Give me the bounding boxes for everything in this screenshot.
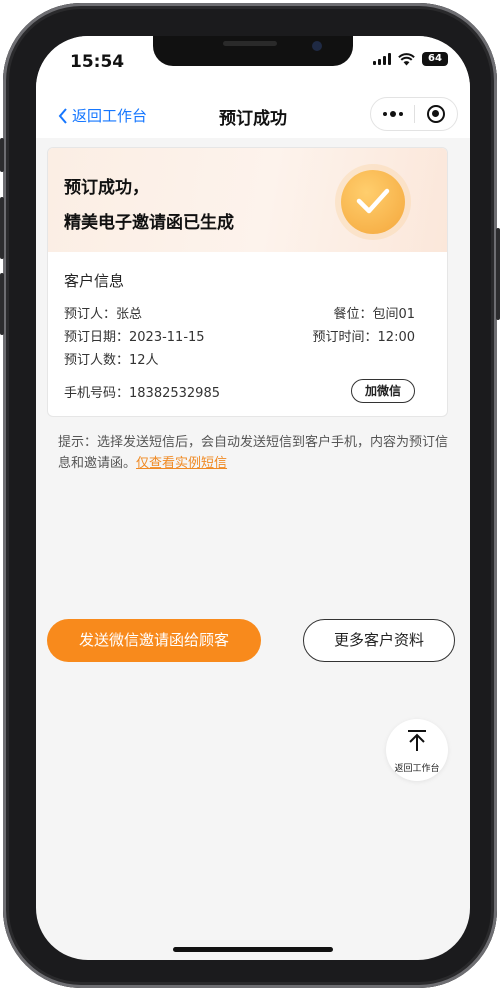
back-to-workbench-fab[interactable]: 返回工作台 xyxy=(386,719,448,781)
checkmark-icon xyxy=(356,188,390,214)
success-heading: 预订成功， xyxy=(64,178,149,198)
cellular-signal-icon xyxy=(373,53,391,65)
info-row-date-time: 预订日期：2023-11-15 预订时间：12:00 xyxy=(64,326,415,345)
booker-label: 预订人： xyxy=(64,307,117,322)
more-menu-button[interactable] xyxy=(371,111,414,117)
seat-field: 餐位：包间01 xyxy=(333,303,415,322)
more-customer-info-button[interactable]: 更多客户资料 xyxy=(303,619,455,662)
speaker-grille xyxy=(223,41,277,46)
booking-success-card: 预订成功， 精美电子邀请函已生成 客户信息 预订人：张总 餐位：包间01 预订日… xyxy=(47,147,448,417)
phone-power-button xyxy=(496,228,500,320)
people-value: 12人 xyxy=(129,353,159,368)
add-wechat-button[interactable]: 加微信 xyxy=(351,379,415,403)
date-field: 预订日期：2023-11-15 xyxy=(64,326,205,345)
phone-volume-down xyxy=(0,273,4,335)
people-label: 预订人数： xyxy=(64,353,130,368)
time-label: 预订时间： xyxy=(312,330,378,345)
phone-volume-up xyxy=(0,197,4,259)
view-sample-sms-link[interactable]: 仅查看实例短信 xyxy=(136,456,227,471)
tip-text: 提示：选择发送短信后，会自动发送短信到客户手机，内容为预订信息和邀请函。 xyxy=(58,435,449,471)
fab-label: 返回工作台 xyxy=(394,764,440,774)
checkmark-badge-icon xyxy=(341,170,405,234)
dot-icon xyxy=(389,111,396,117)
wifi-icon xyxy=(398,52,415,65)
miniprogram-capsule xyxy=(370,97,458,131)
time-value: 12:00 xyxy=(377,330,415,345)
date-value: 2023-11-15 xyxy=(129,330,205,345)
nav-bar: 返回工作台 预订成功 xyxy=(36,94,470,138)
send-wechat-invite-button[interactable]: 发送微信邀请函给顾客 xyxy=(47,619,261,662)
dot-icon xyxy=(398,112,403,116)
customer-info-title: 客户信息 xyxy=(64,272,125,290)
info-row-people: 预订人数：12人 xyxy=(64,349,415,368)
sms-tip: 提示：选择发送短信后，会自动发送短信到客户手机，内容为预订信息和邀请函。仅查看实… xyxy=(58,432,450,474)
info-row-booker-seat: 预订人：张总 餐位：包间01 xyxy=(64,303,415,322)
seat-label: 餐位： xyxy=(333,307,373,322)
success-banner: 预订成功， 精美电子邀请函已生成 xyxy=(48,148,447,252)
status-time: 15:54 xyxy=(70,52,125,72)
seat-value: 包间01 xyxy=(372,307,415,322)
status-icons: 64 xyxy=(373,52,448,66)
phone-frame: 15:54 64 返回工作台 预订成功 预订成功， 精美电子邀请函已生成 客户信… xyxy=(0,3,500,988)
battery-icon: 64 xyxy=(422,52,448,66)
close-miniprogram-button[interactable] xyxy=(415,105,457,123)
time-field: 预订时间：12:00 xyxy=(313,326,415,345)
arrow-up-to-top-icon xyxy=(408,730,426,751)
date-label: 预订日期： xyxy=(64,330,130,345)
booker-field: 预订人：张总 xyxy=(64,303,142,322)
phone-field: 手机号码：18382532985 xyxy=(64,382,220,401)
app-screen: 15:54 64 返回工作台 预订成功 预订成功， 精美电子邀请函已生成 客户信… xyxy=(36,36,470,960)
dot-icon xyxy=(382,112,387,116)
phone-mute-switch xyxy=(0,138,4,172)
phone-value: 18382532985 xyxy=(129,386,220,401)
phone-notch xyxy=(153,36,353,66)
home-indicator xyxy=(173,947,333,952)
booker-value: 张总 xyxy=(116,307,143,322)
people-field: 预订人数：12人 xyxy=(64,349,159,368)
camera-icon xyxy=(312,41,322,51)
phone-label: 手机号码： xyxy=(64,386,130,401)
target-circle-icon xyxy=(426,105,445,123)
success-subheading: 精美电子邀请函已生成 xyxy=(64,213,234,233)
